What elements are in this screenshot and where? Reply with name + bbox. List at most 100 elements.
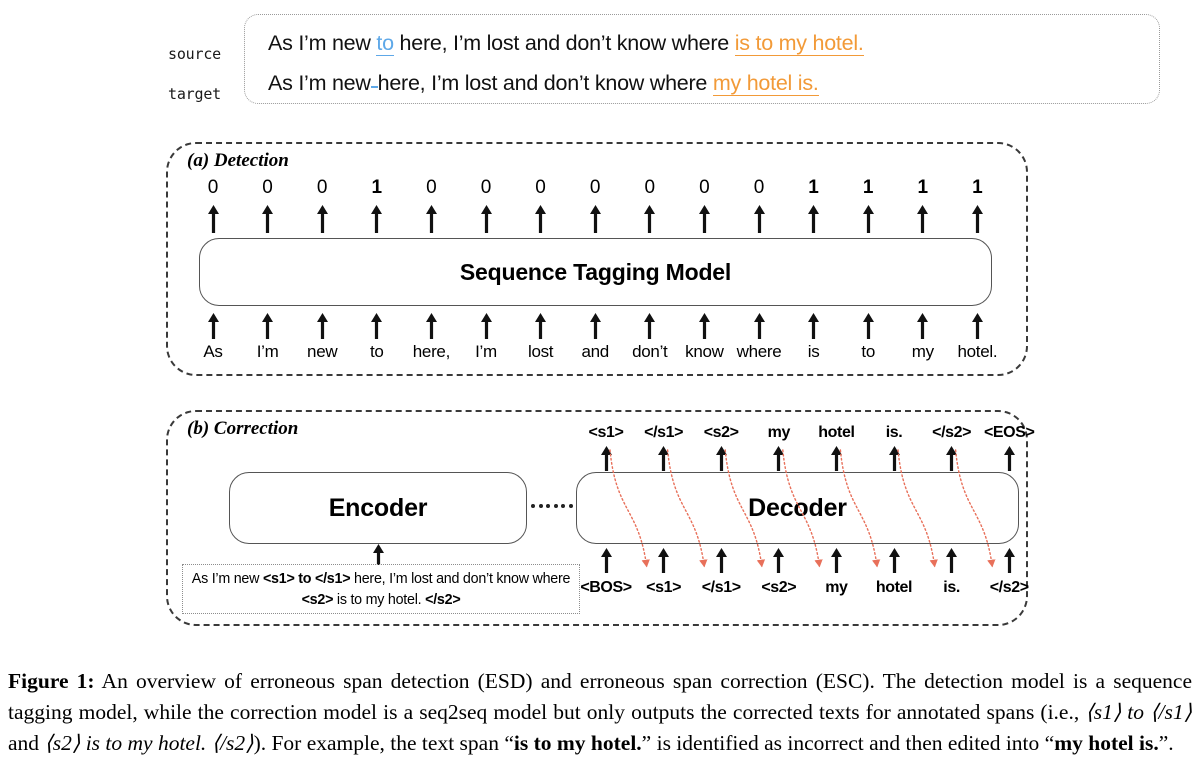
detection-token: I’m	[256, 342, 279, 361]
decoder-input-arrow	[657, 548, 670, 573]
detection-input-arrow	[480, 313, 493, 339]
figure-caption: Figure 1: An overview of erroneous span …	[8, 666, 1192, 759]
enc-input-p1: As I’m new	[191, 571, 263, 587]
target-sentence: As I’m new here, I’m lost and don’t know …	[268, 71, 819, 96]
decoder-output-token: </s2>	[932, 424, 972, 441]
encoder-input-text-box: As I’m new <s1> to </s1> here, I’m lost …	[182, 564, 580, 614]
decoder-box: Decoder	[576, 472, 1019, 544]
target-text-mid: here, I’m lost and don’t know where	[377, 71, 713, 95]
detection-input-arrow	[370, 313, 383, 339]
detection-token: new	[307, 342, 338, 361]
enc-input-span2-close: </s2>	[425, 592, 461, 608]
detection-token: know	[685, 342, 724, 361]
caption-body-3: ). For example, the text span “	[253, 731, 514, 755]
detection-token: to	[370, 342, 384, 361]
encoder-decoder-link-dots	[531, 503, 573, 509]
detection-output-arrow	[261, 205, 274, 233]
correction-panel-title: (b) Correction	[184, 418, 302, 440]
decoder-input-arrow	[715, 548, 728, 573]
detection-input-arrow	[916, 313, 929, 339]
decoder-output-arrow	[888, 446, 901, 471]
detection-tag: 0	[699, 177, 710, 198]
detection-output-arrow	[971, 205, 984, 233]
detection-input-arrow	[589, 313, 602, 339]
decoder-output-arrow	[657, 446, 670, 471]
detection-token: my	[911, 342, 934, 361]
detection-output-arrow	[370, 205, 383, 233]
caption-span-2: ⟨s2⟩ is to my hotel. ⟨/s2⟩	[44, 731, 254, 755]
detection-input-arrow	[425, 313, 438, 339]
decoder-input-token: hotel	[875, 579, 913, 596]
caption-bold-2: my hotel is.	[1054, 731, 1159, 755]
detection-tag: 0	[316, 177, 328, 198]
detection-input-arrow	[807, 313, 820, 339]
caption-bold-1: is to my hotel.	[513, 731, 642, 755]
detection-tag: 0	[480, 177, 492, 198]
detection-tag: 0	[589, 177, 601, 198]
detection-token: and	[581, 342, 609, 361]
detection-token: I’m	[475, 342, 497, 361]
caption-body-4: ” is identified as incorrect and then ed…	[641, 731, 1055, 755]
caption-span-1: ⟨s1⟩ to ⟨/s1⟩	[1085, 700, 1192, 724]
caption-body-1: An overview of erroneous span detection …	[8, 669, 1192, 724]
detection-input-arrow	[971, 313, 984, 339]
detection-output-arrow	[207, 205, 220, 233]
sequence-tagging-model-label: Sequence Tagging Model	[459, 258, 732, 285]
detection-output-arrow	[862, 205, 875, 233]
detection-input-arrow	[698, 313, 711, 339]
decoder-input-token: <s2>	[761, 579, 797, 596]
decoder-input-token: is.	[943, 579, 960, 596]
decoder-input-token: </s2>	[989, 579, 1029, 596]
detection-output-arrow	[643, 205, 656, 233]
decoder-input-arrow	[945, 548, 958, 573]
enc-input-span1-tags: <s1> to </s1>	[262, 571, 351, 587]
detection-token: where	[736, 342, 782, 361]
decoder-output-token: <EOS>	[983, 424, 1035, 441]
detection-input-arrow	[534, 313, 547, 339]
decoder-output-token: <s2>	[703, 424, 739, 441]
deletion-marker-icon	[370, 86, 378, 88]
detection-tag: 1	[862, 177, 874, 198]
detection-output-arrow	[807, 205, 820, 233]
decoder-output-token: <s1>	[588, 424, 624, 441]
detection-input-arrow	[753, 313, 766, 339]
detection-panel-title: (a) Detection	[184, 150, 292, 172]
decoder-output-token: my	[767, 424, 791, 441]
caption-label: Figure 1:	[8, 669, 95, 693]
detection-tag: 0	[207, 177, 219, 198]
decoder-input-arrow	[600, 548, 613, 573]
detection-output-arrow	[698, 205, 711, 233]
decoder-input-token: <s1>	[646, 579, 682, 596]
detection-token: to	[861, 342, 875, 361]
decoder-input-arrow	[888, 548, 901, 573]
detection-output-arrow	[916, 205, 929, 233]
source-sentence: As I’m new to here, I’m lost and don’t k…	[268, 31, 864, 56]
decoder-label: Decoder	[748, 493, 847, 522]
caption-body-5: ”.	[1158, 731, 1174, 755]
enc-input-p3: is to my hotel.	[333, 592, 426, 608]
decoder-output-arrow	[600, 446, 613, 471]
detection-token: hotel.	[957, 342, 998, 361]
detection-output-arrow	[316, 205, 329, 233]
detection-output-arrow	[480, 205, 493, 233]
decoder-output-arrow	[772, 446, 785, 471]
sequence-tagging-model-box: Sequence Tagging Model	[199, 238, 992, 306]
encoder-label: Encoder	[328, 493, 428, 522]
encoder-box: Encoder	[229, 472, 527, 544]
decoder-input-token: <BOS>	[580, 579, 632, 596]
decoder-input-arrow	[830, 548, 843, 573]
detection-tag: 0	[535, 177, 546, 198]
decoder-output-token: </s1>	[644, 424, 684, 441]
source-error-span: is to my hotel.	[734, 31, 864, 56]
detection-tag: 1	[917, 177, 929, 198]
source-text-pre: As I’m new	[268, 31, 377, 55]
detection-tag: 0	[644, 177, 656, 198]
caption-body-2: and	[8, 731, 45, 755]
decoder-input-arrow	[1003, 548, 1016, 573]
detection-input-arrow	[261, 313, 274, 339]
target-text-pre: As I’m new	[268, 71, 371, 95]
detection-tag: 1	[972, 177, 983, 198]
source-label: source	[168, 45, 221, 63]
encoder-input-arrow-glyph	[372, 544, 385, 565]
decoder-output-arrow	[715, 446, 728, 471]
